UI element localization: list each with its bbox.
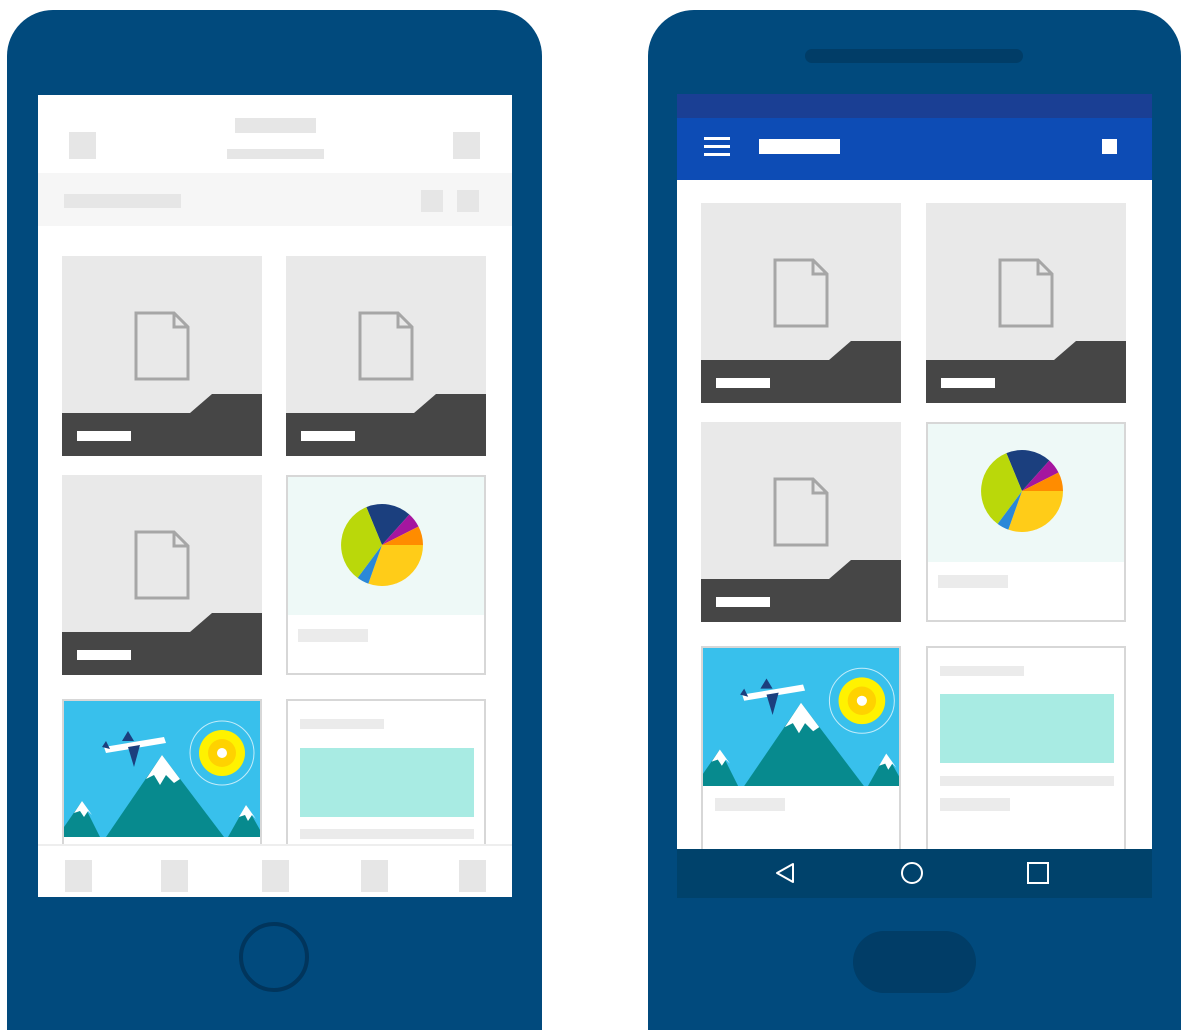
tab-bar-item[interactable]	[262, 860, 289, 892]
document-footer-bar	[62, 394, 262, 456]
pie-chart-icon	[341, 504, 423, 586]
speaker-grille	[805, 49, 1023, 63]
android-screen	[677, 94, 1152, 898]
tab-bar-item[interactable]	[65, 860, 92, 892]
chart-card[interactable]	[926, 422, 1126, 622]
document-tile[interactable]	[701, 422, 901, 622]
document-tile[interactable]	[701, 203, 901, 403]
image-card[interactable]	[701, 646, 901, 856]
chart-preview	[288, 477, 484, 615]
text-card-title-placeholder	[300, 719, 384, 729]
header-subtitle-placeholder	[227, 149, 324, 159]
document-icon	[773, 258, 829, 328]
app-bar-title-placeholder	[759, 139, 840, 154]
android-phone	[648, 10, 1181, 1030]
sub-toolbar	[38, 173, 512, 226]
document-icon	[134, 311, 190, 381]
text-card[interactable]	[926, 646, 1126, 856]
header-left-icon[interactable]	[69, 132, 96, 159]
ios-screen	[38, 95, 512, 897]
app-bar	[677, 118, 1152, 180]
sub-toolbar-title-placeholder	[64, 194, 181, 208]
header-right-icon[interactable]	[453, 132, 480, 159]
document-icon	[134, 530, 190, 600]
document-label-placeholder	[716, 597, 770, 607]
header-title-placeholder	[235, 118, 316, 133]
landscape-image	[703, 648, 899, 786]
tab-bar-item[interactable]	[361, 860, 388, 892]
document-label-placeholder	[716, 378, 770, 388]
image-label-placeholder	[715, 798, 785, 811]
chart-card[interactable]	[286, 475, 486, 675]
chart-preview	[928, 424, 1124, 562]
landscape-image	[64, 701, 260, 837]
document-tile[interactable]	[62, 475, 262, 675]
text-card-title-placeholder	[940, 666, 1024, 676]
document-footer-bar	[286, 394, 486, 456]
chart-label-placeholder	[938, 575, 1008, 588]
text-card-highlight-block	[300, 748, 474, 817]
back-icon[interactable]	[773, 861, 797, 885]
tab-bar-item[interactable]	[161, 860, 188, 892]
document-label-placeholder	[77, 650, 131, 660]
document-tile[interactable]	[286, 256, 486, 456]
hamburger-icon[interactable]	[704, 137, 730, 161]
document-label-placeholder	[941, 378, 995, 388]
document-footer-bar	[62, 613, 262, 675]
navigation-bar	[677, 849, 1152, 898]
document-footer-bar	[926, 341, 1126, 403]
home-icon[interactable]	[900, 861, 924, 885]
document-icon	[358, 311, 414, 381]
text-card-line-placeholder	[940, 798, 1010, 811]
status-bar	[677, 94, 1152, 118]
document-icon	[773, 477, 829, 547]
hardware-home-pill[interactable]	[853, 931, 976, 993]
text-card-line-placeholder	[300, 829, 474, 839]
text-card-line-placeholder	[940, 776, 1114, 786]
document-footer-bar	[701, 341, 901, 403]
ios-phone	[7, 10, 542, 1030]
pie-chart-icon	[981, 450, 1063, 532]
sub-toolbar-action-1[interactable]	[421, 190, 443, 212]
document-footer-bar	[701, 560, 901, 622]
sub-toolbar-action-2[interactable]	[457, 190, 479, 212]
document-label-placeholder	[77, 431, 131, 441]
document-icon	[998, 258, 1054, 328]
home-button[interactable]	[239, 922, 309, 992]
tab-bar-item[interactable]	[459, 860, 486, 892]
tab-bar	[38, 844, 512, 897]
text-card-highlight-block	[940, 694, 1114, 763]
document-label-placeholder	[301, 431, 355, 441]
recents-icon[interactable]	[1026, 861, 1050, 885]
app-bar-action-icon[interactable]	[1102, 139, 1117, 154]
document-tile[interactable]	[62, 256, 262, 456]
chart-label-placeholder	[298, 629, 368, 642]
document-tile[interactable]	[926, 203, 1126, 403]
